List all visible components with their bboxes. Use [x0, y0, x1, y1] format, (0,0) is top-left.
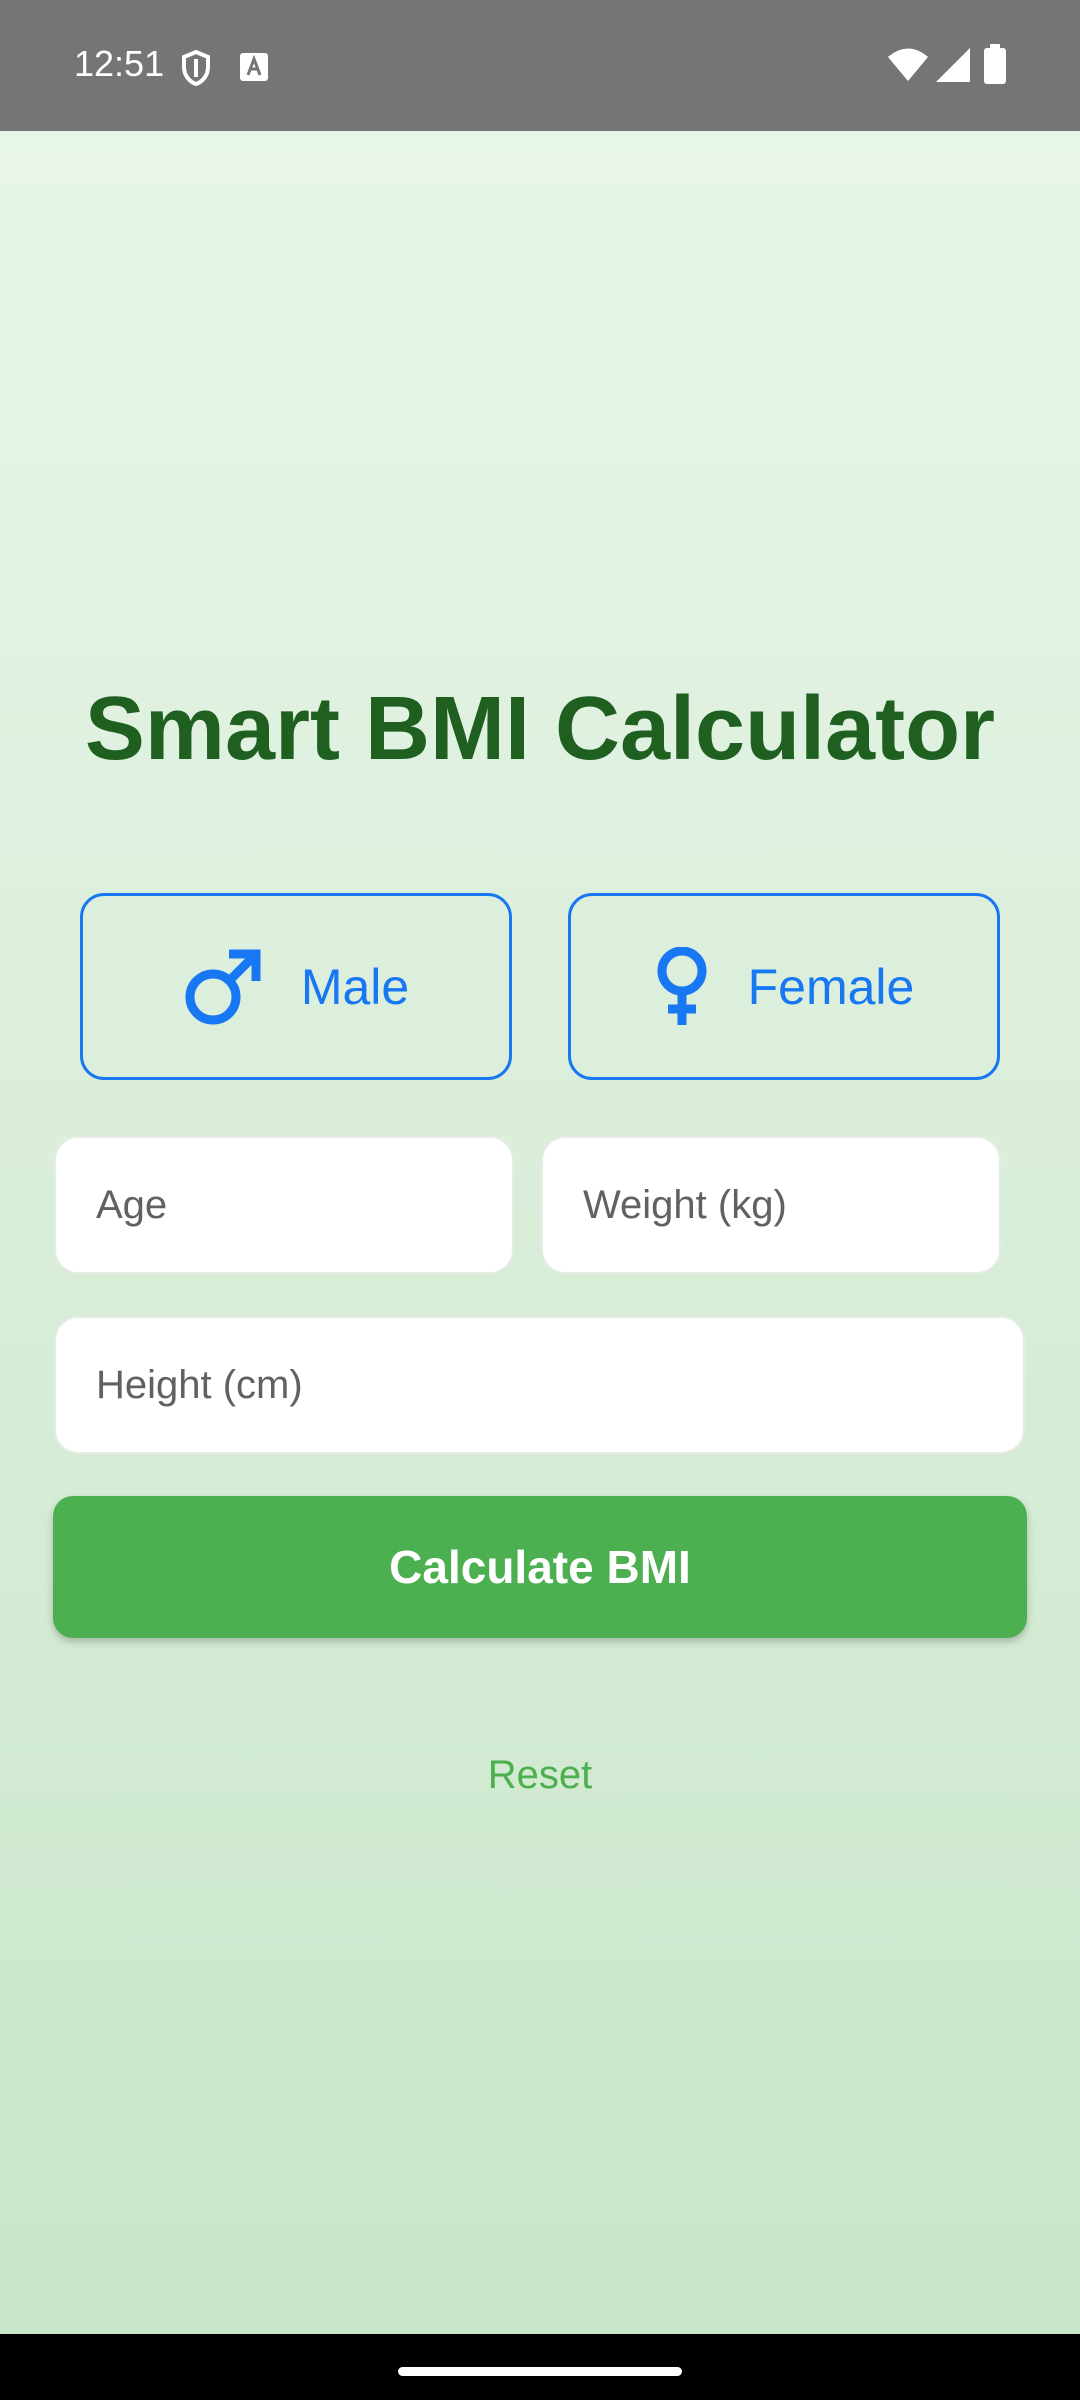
status-time: 12:51 — [74, 43, 165, 84]
male-button[interactable]: Male — [80, 893, 512, 1080]
home-gesture-handle[interactable] — [398, 2367, 682, 2376]
weight-input[interactable] — [543, 1138, 999, 1272]
weight-field-container — [541, 1136, 1001, 1274]
female-symbol-icon — [657, 946, 707, 1025]
page-title: Smart BMI Calculator — [84, 679, 996, 779]
female-label: Female — [747, 958, 915, 1015]
cellular-signal-icon — [936, 48, 970, 82]
status-bar: 12:51 — [0, 0, 1080, 131]
reset-button[interactable]: Reset — [0, 1747, 1080, 1803]
height-field-container — [54, 1316, 1025, 1454]
height-input[interactable] — [56, 1318, 1023, 1452]
male-label: Male — [300, 958, 410, 1015]
calculate-bmi-button[interactable]: Calculate BMI — [53, 1496, 1027, 1638]
female-button[interactable]: Female — [568, 893, 1000, 1080]
font-notification-icon — [240, 53, 268, 81]
battery-icon — [984, 44, 1006, 84]
wifi-icon — [888, 48, 928, 81]
age-field-container — [54, 1136, 514, 1274]
age-input[interactable] — [56, 1138, 512, 1272]
shield-icon — [182, 49, 210, 87]
navigation-bar — [0, 2334, 1080, 2400]
male-symbol-icon — [185, 949, 261, 1024]
